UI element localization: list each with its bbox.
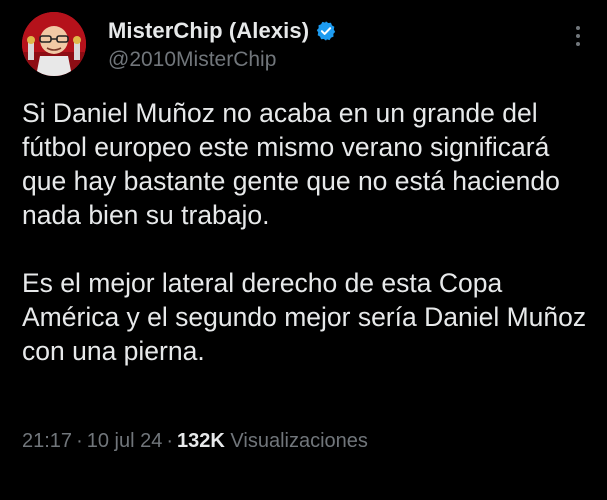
display-name-row: MisterChip (Alexis) bbox=[108, 16, 337, 46]
views-count: 132K bbox=[177, 430, 225, 452]
tweet-meta: 21:17 · 10 jul 24 · 132K Visualizaciones bbox=[22, 430, 368, 453]
avatar[interactable] bbox=[22, 12, 86, 76]
display-name[interactable]: MisterChip (Alexis) bbox=[108, 18, 309, 44]
separator: · bbox=[76, 430, 83, 452]
tweet-paragraph: Si Daniel Muñoz no acaba en un grande de… bbox=[22, 98, 560, 230]
user-handle[interactable]: @2010MisterChip bbox=[108, 48, 337, 72]
avatar-image bbox=[22, 12, 86, 76]
tweet-text: Si Daniel Muñoz no acaba en un grande de… bbox=[22, 96, 592, 368]
tweet-paragraph: Es el mejor lateral derecho de esta Copa… bbox=[22, 268, 587, 366]
separator: · bbox=[166, 430, 174, 452]
more-options-icon[interactable] bbox=[572, 26, 584, 54]
tweet-time[interactable]: 21:17 bbox=[22, 430, 72, 452]
tweet-date[interactable]: 10 jul 24 bbox=[87, 430, 163, 452]
tweet-header: MisterChip (Alexis) @2010MisterChip bbox=[22, 12, 592, 80]
verified-badge-icon bbox=[315, 20, 337, 42]
author-info: MisterChip (Alexis) @2010MisterChip bbox=[108, 16, 337, 72]
tweet: MisterChip (Alexis) @2010MisterChip Si D… bbox=[0, 0, 607, 500]
views-label: Visualizaciones bbox=[230, 430, 368, 452]
